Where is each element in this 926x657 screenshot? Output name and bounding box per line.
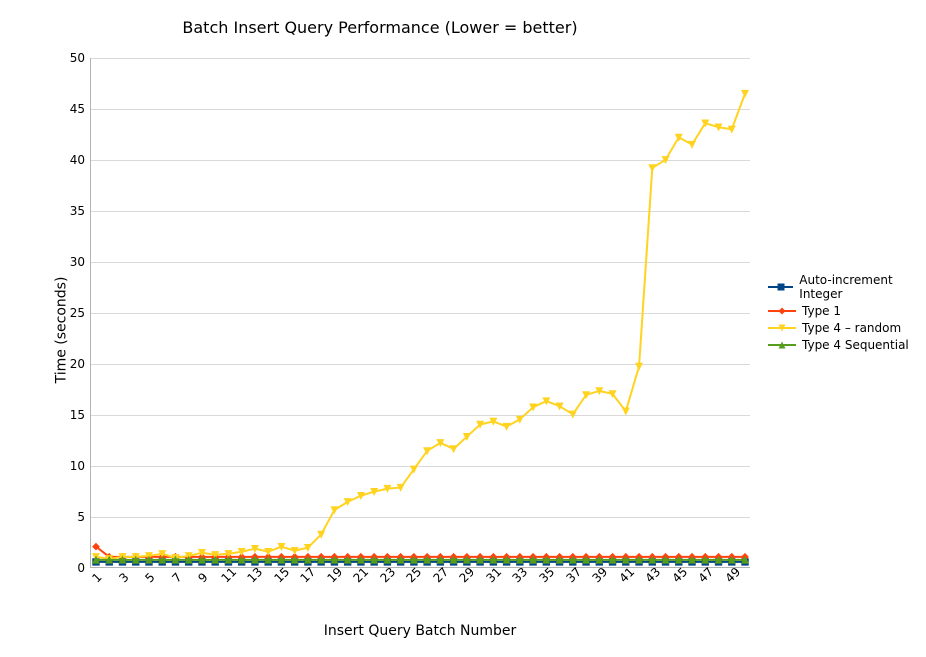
x-tick-label: 39	[590, 565, 611, 586]
x-tick-label: 3	[116, 570, 131, 585]
y-tick-label: 20	[70, 357, 85, 371]
legend-label: Type 4 Sequential	[802, 338, 909, 352]
legend-label: Auto-increment Integer	[799, 273, 926, 301]
x-tick-label: 23	[377, 565, 398, 586]
x-tick-label: 5	[142, 570, 157, 585]
x-tick-label: 45	[669, 565, 690, 586]
plot-area: 0510152025303540455013579111315171921232…	[90, 58, 750, 568]
legend-item: Type 4 – random	[768, 321, 926, 335]
x-tick-label: 41	[616, 565, 637, 586]
legend-label: Type 4 – random	[802, 321, 901, 335]
chart-container: Batch Insert Query Performance (Lower = …	[0, 0, 926, 657]
x-tick-label: 35	[537, 565, 558, 586]
x-tick-label: 15	[271, 565, 292, 586]
x-tick-label: 1	[89, 570, 104, 585]
x-tick-label: 7	[169, 570, 184, 585]
series-marker	[623, 408, 629, 414]
chart-title: Batch Insert Query Performance (Lower = …	[0, 18, 760, 37]
legend-marker-icon	[776, 282, 786, 292]
x-tick-label: 19	[324, 565, 345, 586]
series-marker	[742, 90, 748, 96]
x-tick-label: 11	[218, 565, 239, 586]
x-tick-label: 29	[457, 565, 478, 586]
line-layer	[91, 58, 750, 567]
legend-item: Type 4 Sequential	[768, 338, 926, 352]
x-axis-label: Insert Query Batch Number	[90, 623, 750, 639]
y-tick-label: 35	[70, 204, 85, 218]
x-tick-label: 47	[696, 565, 717, 586]
y-tick-label: 5	[77, 510, 85, 524]
series-marker	[636, 363, 642, 369]
x-tick-label: 31	[483, 565, 504, 586]
legend-marker-icon	[777, 340, 787, 350]
legend-swatch	[768, 321, 796, 335]
y-tick-label: 30	[70, 255, 85, 269]
series-line	[96, 94, 745, 559]
legend-swatch	[768, 304, 796, 318]
legend-marker-icon	[777, 323, 787, 333]
legend-marker-icon	[777, 306, 787, 316]
x-tick-label: 49	[722, 565, 743, 586]
x-tick-label: 21	[351, 565, 372, 586]
y-tick-label: 45	[70, 102, 85, 116]
y-tick-label: 0	[77, 561, 85, 575]
y-tick-label: 40	[70, 153, 85, 167]
x-tick-label: 25	[404, 565, 425, 586]
x-tick-label: 27	[430, 565, 451, 586]
legend-swatch	[768, 280, 793, 294]
legend-item: Auto-increment Integer	[768, 273, 926, 301]
x-tick-label: 33	[510, 565, 531, 586]
x-tick-label: 13	[245, 565, 266, 586]
y-tick-label: 10	[70, 459, 85, 473]
y-tick-label: 15	[70, 408, 85, 422]
y-tick-label: 25	[70, 306, 85, 320]
series-marker	[689, 141, 695, 147]
x-tick-label: 17	[298, 565, 319, 586]
legend: Auto-increment Integer Type 1 Type 4 – ran…	[768, 270, 926, 355]
series-marker	[570, 411, 576, 417]
y-axis-label: Time (seconds)	[53, 277, 69, 384]
series-marker	[649, 165, 655, 171]
x-tick-label: 9	[195, 570, 210, 585]
x-tick-label: 37	[563, 565, 584, 586]
y-tick-label: 50	[70, 51, 85, 65]
legend-label: Type 1	[802, 304, 841, 318]
legend-swatch	[768, 338, 796, 352]
x-tick-label: 43	[643, 565, 664, 586]
legend-item: Type 1	[768, 304, 926, 318]
